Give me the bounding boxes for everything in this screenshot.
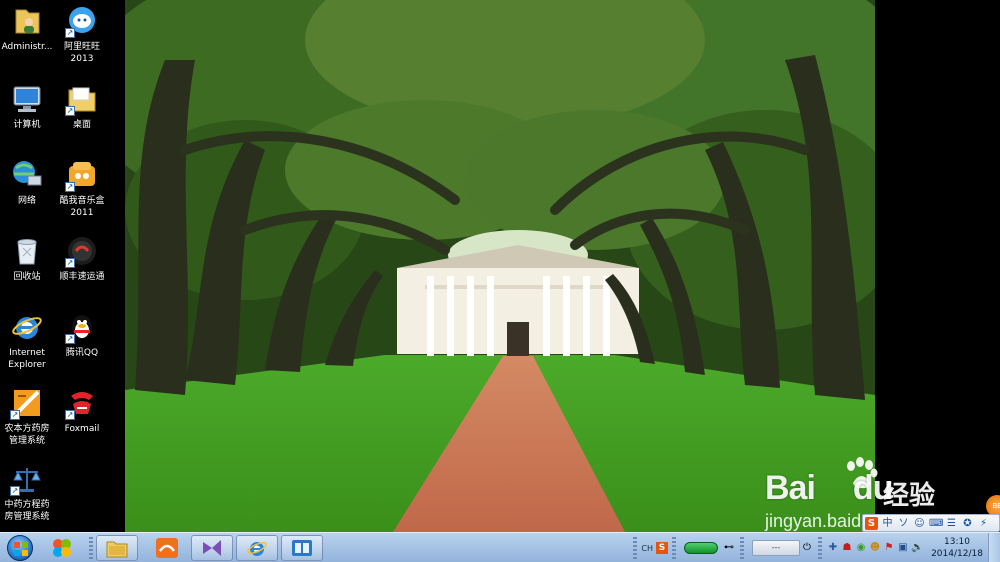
qq-penguin-icon: ↗ (65, 310, 99, 344)
desktop-icon-foxmail[interactable]: ↗ Foxmail (53, 386, 111, 435)
desktop-wallpaper (125, 0, 875, 532)
windows-logo-icon (7, 534, 33, 561)
desktop-icon-label: 网络 (17, 196, 36, 206)
desktop-icon-label: 酷我音乐盒 2011 (59, 196, 105, 218)
pharmacy-icon: ↗ (10, 386, 44, 420)
taskbar-visual-studio-button[interactable] (191, 534, 233, 561)
desktop-icon-sf-express[interactable]: ↗ 顺丰速运通 (53, 234, 111, 283)
desktop-icon-label: Internet Explorer (8, 348, 46, 370)
taskbar: CH S ⊷ --- ⏻ ✚ ☗ ◉ ☻ ⚑ ▣ 🔈 13:10 2014/12… (0, 532, 1000, 562)
shortcut-arrow-icon: ↗ (65, 334, 75, 344)
ime-sogou-logo-icon[interactable]: S (865, 516, 878, 530)
language-indicator[interactable]: CH (641, 544, 653, 553)
desktop-icon-label: 回收站 (13, 272, 41, 282)
notification-area: CH S ⊷ --- ⏻ ✚ ☗ ◉ ☻ ⚑ ▣ 🔈 13:10 2014/12… (629, 533, 1000, 562)
desktop-icon-label: 阿里旺旺 2013 (63, 42, 100, 64)
network-topology-icon[interactable]: ⊷ (723, 542, 735, 554)
internet-explorer-icon (10, 310, 44, 344)
qq-tray-icon[interactable]: ☻ (869, 542, 881, 554)
computer-icon (10, 82, 44, 116)
start-button[interactable] (2, 533, 38, 562)
show-desktop-button[interactable] (988, 533, 1000, 562)
network-icon (10, 158, 44, 192)
security-tray-icon[interactable]: ✚ (827, 542, 839, 554)
kuwo-music-icon: ↗ (65, 158, 99, 192)
desktop-icon-administrator[interactable]: Administr... (0, 4, 56, 53)
oak-alley-wallpaper (125, 0, 875, 532)
desktop-icon-label: 腾讯QQ (65, 348, 99, 358)
desktop-icon-herbal-pharmacy[interactable]: ↗ 中药方程药 房管理系统 (0, 462, 56, 523)
windows-flag-icon (53, 538, 71, 557)
display-tray-icon[interactable]: ▣ (897, 542, 909, 554)
book-reader-icon (292, 539, 312, 556)
shortcut-arrow-icon: ↗ (65, 28, 75, 38)
tray-grip[interactable] (633, 537, 638, 559)
explorer-folder-icon (106, 541, 128, 557)
tray-grip[interactable] (740, 537, 744, 559)
folder-icon: ↗ (65, 82, 99, 116)
tray-grip[interactable] (672, 537, 676, 559)
sogou-ime-tray-icon[interactable]: S (656, 542, 668, 554)
taskbar-grip[interactable] (89, 536, 93, 559)
taskbar-reader-button[interactable] (281, 534, 323, 561)
desktop-icon-label: 中药方程药 房管理系统 (4, 500, 50, 522)
desktop-icon-label: 桌面 (72, 120, 91, 130)
sogou-icon (156, 537, 178, 558)
desktop-icon-network[interactable]: 网络 (0, 158, 56, 207)
ime-chinese-mode-button[interactable]: 中 (881, 517, 894, 530)
desktop-icon-label: 顺丰速运通 (59, 272, 105, 282)
ime-punctuation-button[interactable]: ソ (897, 517, 910, 530)
desktop-icon-label: Foxmail (64, 424, 100, 434)
desktop-icon-recycle-bin[interactable]: 回收站 (0, 234, 56, 283)
desktop-icon-label: 计算机 (13, 120, 41, 130)
watermark-logo-text: Bai (765, 469, 816, 507)
power-plug-icon[interactable]: ⏻ (801, 542, 813, 554)
ime-emoji-button[interactable]: ☺ (913, 517, 926, 530)
desktop-icon-label: Administr... (1, 42, 53, 52)
desktop-icon-ie[interactable]: Internet Explorer (0, 310, 56, 371)
sf-express-icon: ↗ (65, 234, 99, 268)
ime-toolbar[interactable]: S 中 ソ ☺ ⌨ ☰ ✪ ⚡ (862, 514, 1000, 532)
clock-time: 13:10 (944, 537, 970, 547)
network-status-pill[interactable] (684, 542, 718, 554)
antivirus-tray-icon[interactable]: ☗ (841, 542, 853, 554)
ime-tools-button[interactable]: ⚡ (977, 517, 990, 530)
ime-skin-button[interactable]: ✪ (961, 517, 974, 530)
taskbar-sogou-button[interactable] (146, 535, 188, 561)
scale-icon: ↗ (10, 462, 44, 496)
taskbar-explorer-button[interactable] (96, 534, 138, 561)
user-folder-icon (10, 4, 44, 38)
shortcut-arrow-icon: ↗ (65, 106, 75, 116)
desktop-icon-kuwo[interactable]: ↗ 酷我音乐盒 2011 (53, 158, 111, 219)
tray-grip[interactable] (818, 537, 822, 559)
shortcut-arrow-icon: ↗ (65, 182, 75, 192)
network-speed-box[interactable]: --- (752, 540, 800, 556)
shortcut-arrow-icon: ↗ (65, 258, 75, 268)
system-clock[interactable]: 13:10 2014/12/18 (926, 536, 988, 560)
quick-launch-windows-flag[interactable] (41, 535, 83, 561)
ie-taskbar-icon (247, 541, 267, 556)
shortcut-arrow-icon: ↗ (65, 410, 75, 420)
recycle-bin-icon (10, 234, 44, 268)
clock-date: 2014/12/18 (931, 549, 983, 559)
ime-keyboard-button[interactable]: ⌨ (929, 517, 943, 530)
taskbar-ie-button[interactable] (236, 534, 278, 561)
flag-alert-tray-icon[interactable]: ⚑ (883, 542, 895, 554)
desktop-icon-desktop-folder[interactable]: ↗ 桌面 (53, 82, 111, 131)
ime-menu-button[interactable]: ☰ (945, 517, 958, 530)
update-tray-icon[interactable]: ◉ (855, 542, 867, 554)
shortcut-arrow-icon: ↗ (10, 486, 20, 496)
desktop-icon-qq[interactable]: ↗ 腾讯QQ (53, 310, 111, 359)
desktop-icon-computer[interactable]: 计算机 (0, 82, 56, 131)
desktop-icon-aliwangwang[interactable]: ↗ 阿里旺旺 2013 (53, 4, 111, 65)
shortcut-arrow-icon: ↗ (10, 410, 20, 420)
visual-studio-icon (203, 539, 221, 556)
desktop-icon-label: 农本方药房 管理系统 (4, 424, 50, 446)
desktop-icon-pharmacy-mgmt[interactable]: ↗ 农本方药房 管理系统 (0, 386, 56, 447)
foxmail-icon: ↗ (65, 386, 99, 420)
aliwangwang-icon: ↗ (65, 4, 99, 38)
watermark-jingyan-text: 经验 (883, 481, 936, 511)
volume-tray-icon[interactable]: 🔈 (911, 542, 923, 554)
